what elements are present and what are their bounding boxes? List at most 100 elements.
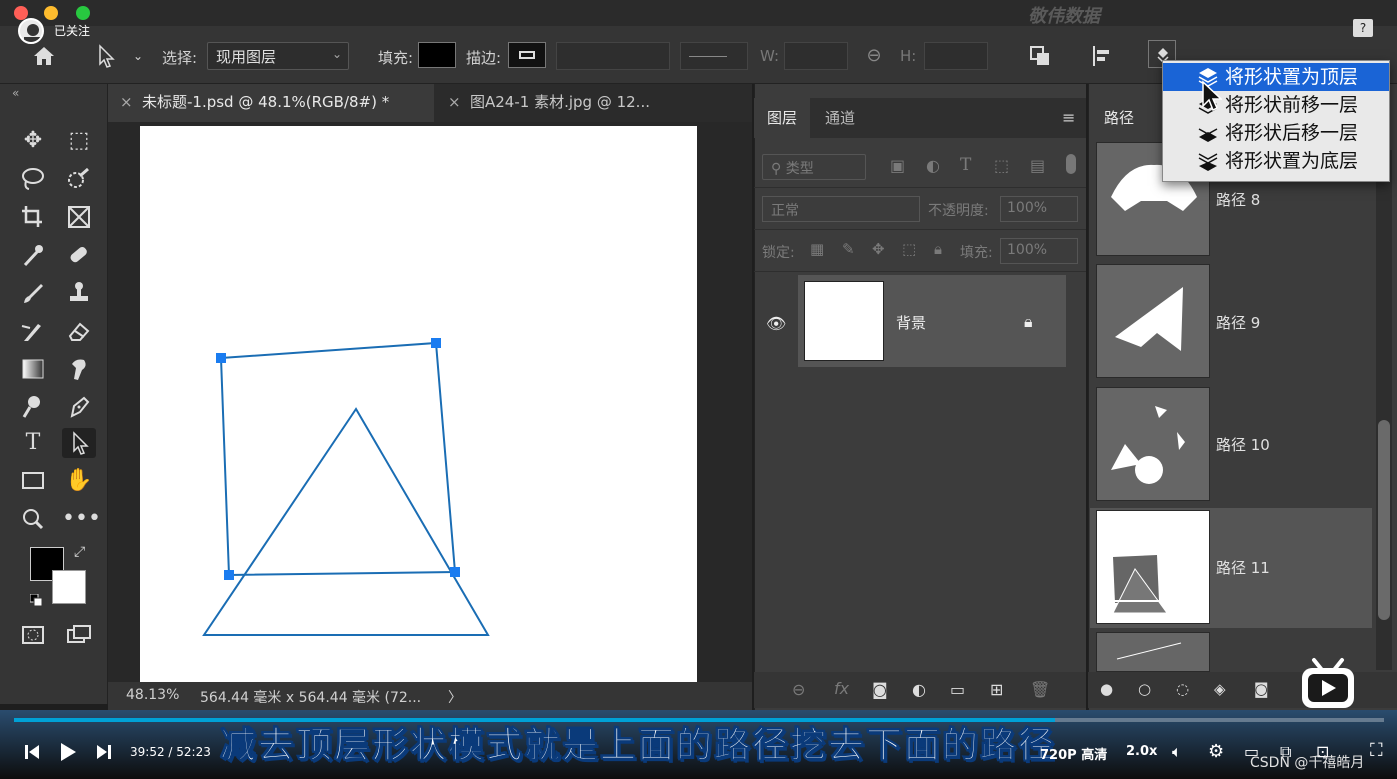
lock-position-icon[interactable]: ✥ — [872, 240, 885, 258]
volume-icon[interactable]: 🔈︎ — [1172, 742, 1182, 762]
fill-swatch[interactable] — [418, 42, 456, 68]
tab-channels[interactable]: 通道 — [812, 98, 868, 138]
stroke-width-field[interactable] — [556, 42, 670, 70]
direct-selection-tool-icon[interactable] — [62, 428, 96, 458]
scrollbar-thumb[interactable] — [1378, 420, 1390, 620]
speed-selector[interactable]: 2.0x — [1126, 744, 1157, 759]
load-as-selection-icon[interactable]: ◌ — [1176, 680, 1189, 698]
marquee-tool-icon[interactable]: ⬚ — [62, 126, 96, 156]
avatar[interactable] — [18, 18, 44, 44]
make-work-path-icon[interactable]: ◈ — [1214, 680, 1226, 698]
link-layers-icon[interactable]: ⊖ — [792, 680, 805, 699]
filter-pixel-icon[interactable]: ▣ — [890, 156, 905, 175]
quality-selector[interactable]: 720P 高清 — [1040, 744, 1107, 763]
folder-icon[interactable]: ▭ — [950, 680, 965, 699]
zoom-level[interactable]: 48.13% — [126, 687, 179, 703]
gradient-tool-icon[interactable] — [16, 354, 50, 384]
layer-name[interactable]: 背景 — [896, 312, 926, 333]
menu-item-bring-to-front[interactable]: 将形状置为顶层 — [1163, 63, 1389, 91]
blend-mode-dropdown[interactable]: 正常 — [762, 196, 920, 222]
brush-tool-icon[interactable] — [16, 278, 50, 308]
eyedropper-tool-icon[interactable] — [16, 240, 50, 270]
fullscreen-icon[interactable]: ⛶ — [1370, 740, 1383, 761]
lock-all-icon[interactable]: 🔒︎ — [934, 240, 942, 258]
frame-tool-icon[interactable] — [62, 202, 96, 232]
filter-smart-object-icon[interactable]: ▤ — [1030, 156, 1045, 175]
stroke-path-icon[interactable]: ○ — [1138, 680, 1151, 698]
menu-item-bring-forward[interactable]: 将形状前移一层 — [1163, 91, 1389, 119]
quick-mask-icon[interactable] — [16, 620, 50, 650]
select-dropdown[interactable]: 现用图层 ⌄ — [207, 42, 349, 70]
pen-tool-icon[interactable] — [62, 392, 96, 422]
screen-mode-icon[interactable] — [62, 620, 96, 650]
add-mask-icon[interactable]: ◙ — [1254, 680, 1269, 698]
history-brush-tool-icon[interactable] — [16, 316, 50, 346]
settings-gear-icon[interactable]: ⚙ — [1208, 741, 1224, 762]
healing-brush-tool-icon[interactable] — [62, 240, 96, 270]
previous-icon[interactable] — [24, 742, 40, 762]
eraser-tool-icon[interactable] — [62, 316, 96, 346]
follow-label[interactable]: 已关注 — [54, 22, 90, 39]
height-field[interactable] — [924, 42, 988, 70]
fx-icon[interactable]: fx — [834, 679, 849, 698]
zoom-window-button[interactable] — [76, 6, 90, 20]
add-mask-icon[interactable]: ◙ — [872, 680, 888, 699]
opacity-field[interactable]: 100% — [1000, 196, 1078, 222]
menu-item-send-to-back[interactable]: 将形状置为底层 — [1163, 147, 1389, 175]
status-menu-arrow[interactable]: 〉 — [448, 687, 462, 707]
lock-artboard-icon[interactable]: ⬚ — [902, 240, 916, 258]
layer-filter-dropdown[interactable]: ⚲ 类型 — [762, 154, 866, 180]
menu-item-send-backward[interactable]: 将形状后移一层 — [1163, 119, 1389, 147]
filter-shape-icon[interactable]: ⬚ — [994, 156, 1009, 175]
layer-fill-field[interactable]: 100% — [1000, 238, 1078, 264]
zoom-tool-icon[interactable] — [16, 504, 50, 534]
crop-tool-icon[interactable] — [16, 202, 50, 232]
play-icon[interactable] — [58, 741, 78, 763]
filter-type-icon[interactable]: T — [960, 155, 971, 175]
tab-layers[interactable]: 图层 — [754, 98, 811, 138]
stroke-type-dropdown[interactable] — [680, 42, 748, 70]
move-arrow-icon[interactable] — [92, 42, 120, 70]
close-tab-icon[interactable]: × — [448, 84, 461, 120]
tab-document-2[interactable]: × 图A24-1 素材.jpg @ 12... — [436, 84, 696, 122]
lasso-tool-icon[interactable] — [16, 164, 50, 194]
swap-colors-icon[interactable]: ⤢ — [74, 544, 85, 560]
panel-menu-icon[interactable]: ≡ — [1062, 108, 1075, 127]
dodge-tool-icon[interactable] — [16, 392, 50, 422]
lock-pixels-icon[interactable]: ✎ — [842, 240, 855, 258]
clone-stamp-tool-icon[interactable] — [62, 278, 96, 308]
quick-selection-tool-icon[interactable] — [62, 164, 96, 194]
tab-document-1[interactable]: × 未标题-1.psd @ 48.1%(RGB/8#) * — [108, 84, 434, 122]
filter-placeholder: 类型 — [785, 161, 814, 177]
chevron-down-icon[interactable]: ⌄ — [124, 42, 152, 70]
new-layer-icon[interactable]: ⊞ — [990, 680, 1003, 699]
width-field[interactable] — [784, 42, 848, 70]
filter-adjustment-icon[interactable]: ◐ — [926, 156, 940, 175]
link-icon[interactable]: ⊖ — [860, 42, 888, 70]
tab-paths[interactable]: 路径 — [1090, 98, 1150, 138]
path-operations-icon[interactable] — [1026, 42, 1054, 70]
minimize-window-button[interactable] — [44, 6, 58, 20]
more-tools-icon[interactable]: ••• — [62, 504, 101, 534]
move-tool-icon[interactable]: ✥ — [16, 126, 50, 156]
smudge-tool-icon[interactable] — [62, 354, 96, 384]
document-canvas[interactable] — [140, 126, 697, 682]
stroke-swatch[interactable] — [508, 42, 546, 68]
path-alignment-icon[interactable] — [1088, 42, 1116, 70]
lock-transparent-icon[interactable]: ▦ — [810, 240, 824, 258]
hand-tool-icon[interactable]: ✋ — [62, 466, 96, 496]
eye-icon[interactable]: 👁︎ — [766, 314, 786, 333]
type-tool-icon[interactable]: T — [16, 428, 50, 458]
background-color-swatch[interactable] — [52, 570, 86, 604]
close-tab-icon[interactable]: × — [120, 84, 133, 120]
filter-toggle[interactable] — [1066, 154, 1076, 174]
help-icon[interactable]: ? — [1353, 19, 1373, 37]
home-icon[interactable] — [30, 42, 58, 70]
adjustment-layer-icon[interactable]: ◐ — [912, 680, 926, 699]
next-icon[interactable] — [96, 742, 112, 762]
rectangle-tool-icon[interactable] — [16, 466, 50, 496]
collapse-left-icon[interactable]: « — [12, 86, 19, 100]
fill-path-icon[interactable]: ● — [1100, 680, 1113, 698]
trash-icon[interactable]: 🗑︎ — [1030, 680, 1050, 699]
default-colors-icon[interactable] — [30, 594, 42, 606]
